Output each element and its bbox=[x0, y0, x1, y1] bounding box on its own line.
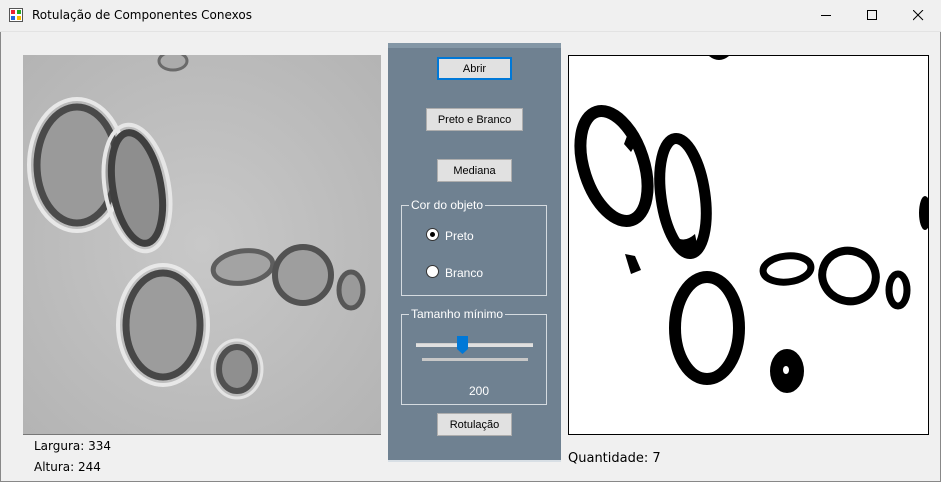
component-count-label: Quantidade: 7 bbox=[568, 451, 661, 466]
control-panel: Abrir Preto e Branco Mediana Cor do obje… bbox=[388, 43, 561, 462]
image-height-label: Altura: 244 bbox=[34, 460, 101, 474]
close-button[interactable] bbox=[895, 0, 941, 31]
close-icon bbox=[913, 10, 924, 21]
median-button[interactable]: Mediana bbox=[437, 159, 512, 182]
original-image bbox=[23, 55, 381, 435]
minimize-icon bbox=[821, 15, 831, 16]
window-title: Rotulação de Componentes Conexos bbox=[32, 8, 253, 22]
min-size-slider-thumb[interactable] bbox=[457, 336, 468, 355]
image-width-label: Largura: 334 bbox=[34, 439, 112, 453]
binary-image bbox=[568, 55, 929, 435]
window-border-left bbox=[0, 0, 1, 482]
black-white-button[interactable]: Preto e Branco bbox=[426, 108, 523, 131]
min-size-legend: Tamanho mínimo bbox=[409, 307, 506, 321]
minimize-button[interactable] bbox=[803, 0, 849, 31]
open-button[interactable]: Abrir bbox=[437, 57, 512, 80]
radio-black[interactable] bbox=[426, 228, 439, 241]
maximize-icon bbox=[867, 10, 877, 20]
app-icon bbox=[9, 8, 23, 22]
labeling-button[interactable]: Rotulação bbox=[437, 413, 512, 436]
maximize-button[interactable] bbox=[849, 0, 895, 31]
radio-white[interactable] bbox=[426, 265, 439, 278]
radio-black-label: Preto bbox=[445, 229, 474, 243]
min-size-slider-ticks bbox=[422, 358, 528, 361]
object-color-group bbox=[401, 205, 547, 296]
radio-white-label: Branco bbox=[445, 266, 484, 280]
min-size-value: 200 bbox=[469, 384, 490, 398]
min-size-slider-track[interactable] bbox=[416, 343, 533, 347]
title-bar[interactable]: Rotulação de Componentes Conexos bbox=[0, 0, 941, 32]
object-color-legend: Cor do objeto bbox=[409, 198, 486, 212]
